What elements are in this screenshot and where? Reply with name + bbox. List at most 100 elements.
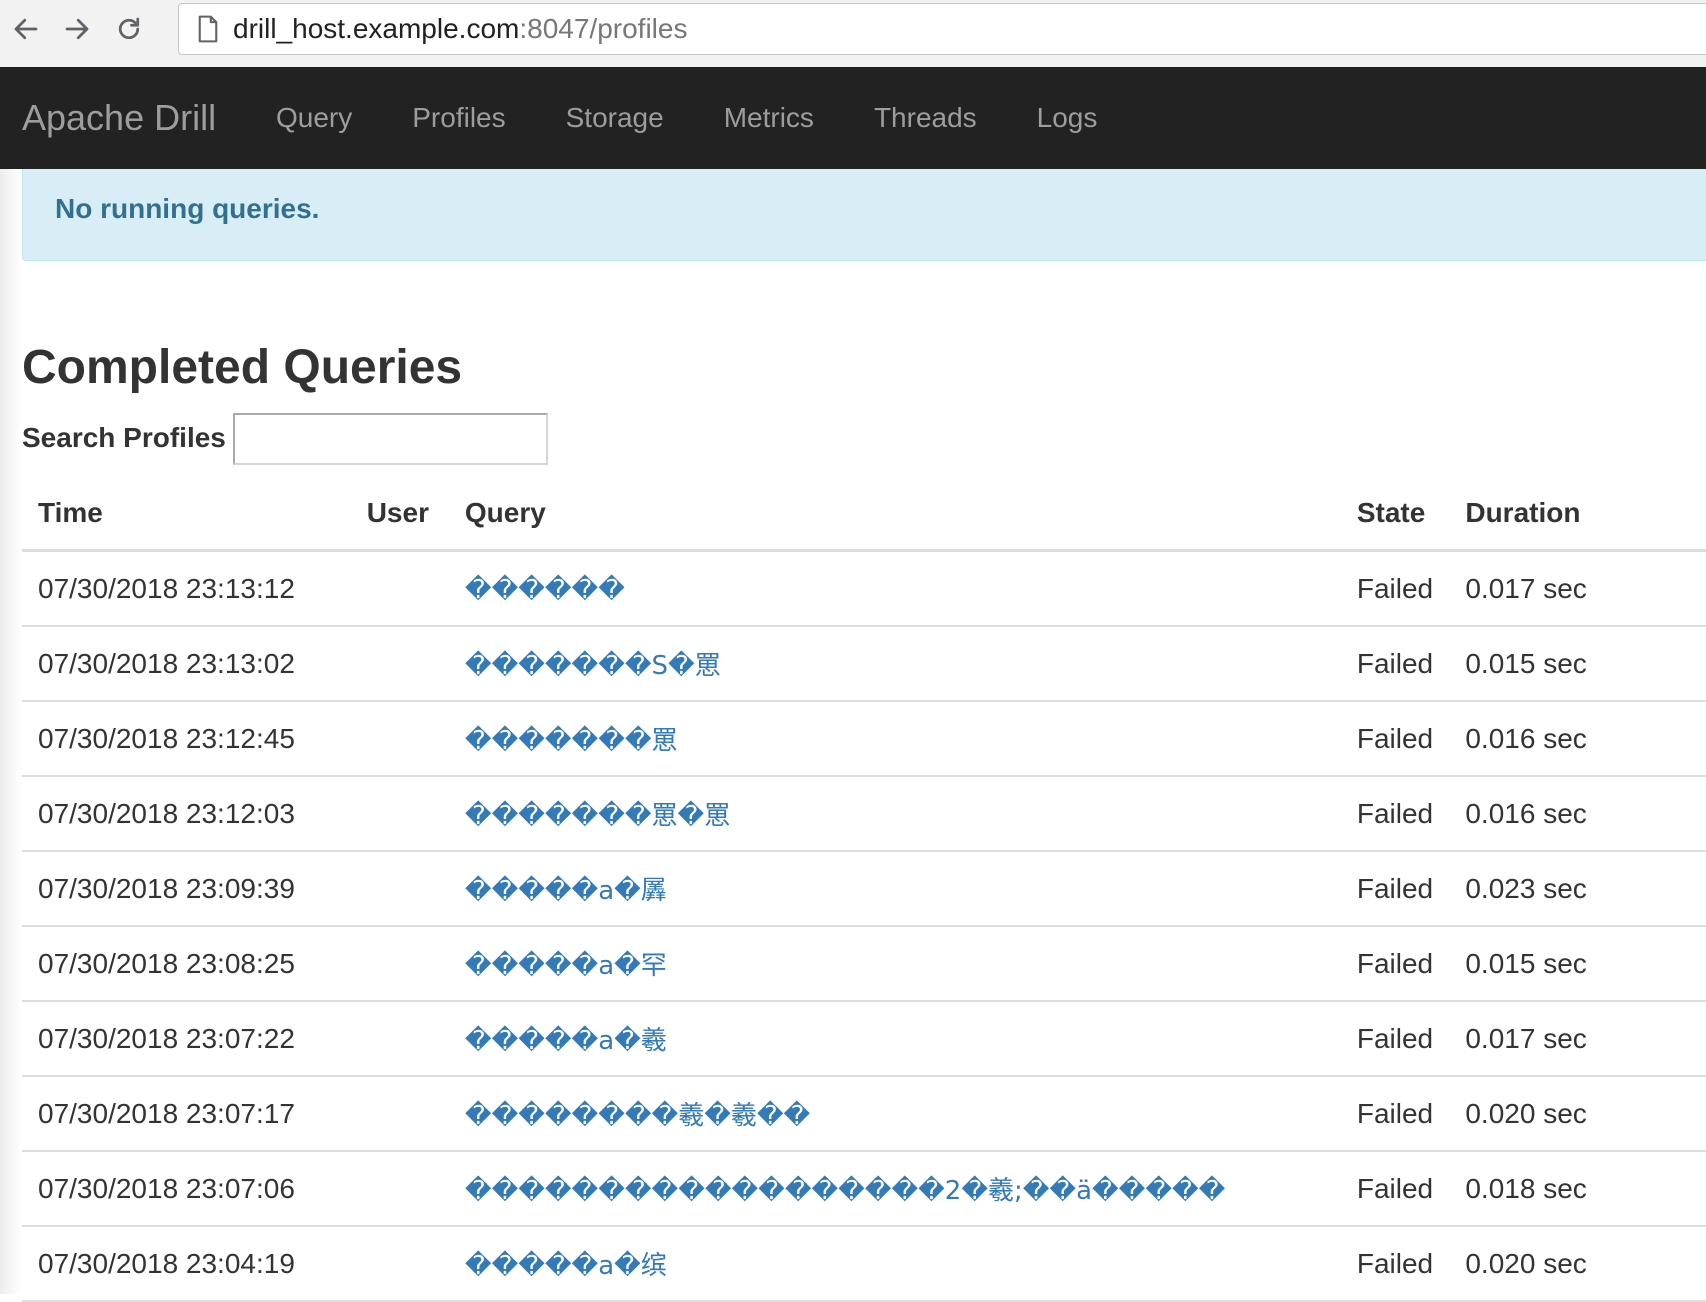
table-row: 07/30/2018 23:08:25 �����a�罕 Failed 0.01… — [22, 926, 1706, 1002]
cell-time: 07/30/2018 23:08:25 — [22, 926, 351, 1002]
forward-arrow-icon — [65, 18, 89, 40]
cell-time: 07/30/2018 23:12:45 — [22, 701, 351, 777]
cell-duration: 0.015 sec — [1449, 926, 1706, 1002]
cell-user — [350, 1076, 449, 1152]
cell-query: ��������羲�羲�� — [448, 1076, 1341, 1152]
nav-link-profiles[interactable]: Profiles — [382, 67, 535, 169]
cell-time: 07/30/2018 23:04:19 — [22, 1226, 351, 1302]
table-row: 07/30/2018 23:07:06 ������������������2�… — [22, 1151, 1706, 1227]
reload-button[interactable] — [109, 8, 149, 50]
cell-duration: 0.017 sec — [1449, 550, 1706, 627]
cell-time: 07/30/2018 23:07:22 — [22, 1001, 351, 1077]
query-link[interactable]: �������罳�罳 — [465, 801, 730, 831]
query-link[interactable]: ������������������2�羲;��ä����� — [465, 1176, 1225, 1206]
cell-duration: 0.020 sec — [1449, 1076, 1706, 1152]
table-row: 07/30/2018 23:09:39 �����a�羼 Failed 0.02… — [22, 851, 1706, 927]
query-link[interactable]: ������ — [465, 575, 625, 605]
cell-state: Failed — [1340, 776, 1450, 852]
header-duration[interactable]: Duration — [1449, 477, 1706, 552]
cell-query: ������ — [448, 550, 1341, 627]
back-button[interactable] — [6, 8, 46, 50]
nav-link-query[interactable]: Query — [246, 67, 382, 169]
nav-link-logs[interactable]: Logs — [1007, 67, 1128, 169]
search-input[interactable] — [233, 413, 548, 465]
cell-time: 07/30/2018 23:07:06 — [22, 1151, 351, 1227]
forward-button[interactable] — [57, 8, 97, 50]
search-label: Search Profiles — [22, 422, 226, 453]
cell-state: Failed — [1340, 1151, 1450, 1227]
alert-text: No running queries. — [55, 193, 320, 224]
table-header-row: Time User Query State Duration — [22, 477, 1706, 552]
cell-user — [350, 550, 449, 627]
cell-time: 07/30/2018 23:12:03 — [22, 776, 351, 852]
cell-user — [350, 851, 449, 927]
cell-query: �����a�缤 — [448, 1226, 1341, 1302]
header-state[interactable]: State — [1340, 477, 1450, 552]
cell-duration: 0.016 sec — [1449, 776, 1706, 852]
cell-time: 07/30/2018 23:07:17 — [22, 1076, 351, 1152]
cell-user — [350, 926, 449, 1002]
cell-user — [350, 701, 449, 777]
reload-icon — [118, 17, 140, 40]
nav-link-threads[interactable]: Threads — [844, 67, 1007, 169]
cell-query: �������罳�罳 — [448, 776, 1341, 852]
cell-duration: 0.018 sec — [1449, 1151, 1706, 1227]
cell-state: Failed — [1340, 851, 1450, 927]
table-row: 07/30/2018 23:12:45 �������罳 Failed 0.01… — [22, 701, 1706, 777]
nav-link-storage[interactable]: Storage — [536, 67, 694, 169]
query-link[interactable]: �����a�罕 — [465, 951, 667, 981]
query-link[interactable]: �������S�罳 — [465, 651, 721, 681]
cell-user — [350, 776, 449, 852]
brand-link[interactable]: Apache Drill — [22, 67, 216, 169]
address-bar[interactable]: drill_host.example.com:8047/profiles — [178, 3, 1706, 55]
cell-time: 07/30/2018 23:09:39 — [22, 851, 351, 927]
cell-user — [350, 1001, 449, 1077]
header-time[interactable]: Time — [22, 477, 351, 552]
table-row: 07/30/2018 23:07:22 �����a�羲 Failed 0.01… — [22, 1001, 1706, 1077]
profiles-table: Time User Query State Duration 07/30/201… — [22, 477, 1706, 1302]
cell-query: �����a�罕 — [448, 926, 1341, 1002]
page-title: Completed Queries — [22, 341, 463, 394]
cell-state: Failed — [1340, 550, 1450, 627]
cell-query: ������������������2�羲;��ä����� — [448, 1151, 1341, 1227]
browser-toolbar: drill_host.example.com:8047/profiles — [0, 0, 1706, 67]
cell-query: �����a�羼 — [448, 851, 1341, 927]
query-link[interactable]: �������罳 — [465, 726, 678, 756]
cell-user — [350, 1226, 449, 1302]
cell-state: Failed — [1340, 926, 1450, 1002]
header-query[interactable]: Query — [448, 477, 1341, 552]
top-navbar: Apache Drill Query Profiles Storage Metr… — [0, 67, 1706, 169]
table-row: 07/30/2018 23:07:17 ��������羲�羲�� Failed… — [22, 1076, 1706, 1152]
cell-query: �����a�羲 — [448, 1001, 1341, 1077]
url-path: :8047/profiles — [519, 13, 688, 44]
cell-duration: 0.023 sec — [1449, 851, 1706, 927]
page-icon — [198, 15, 218, 43]
table-row: 07/30/2018 23:13:02 �������S�罳 Failed 0.… — [22, 626, 1706, 702]
cell-duration: 0.016 sec — [1449, 701, 1706, 777]
nav-link-metrics[interactable]: Metrics — [694, 67, 844, 169]
cell-state: Failed — [1340, 701, 1450, 777]
cell-time: 07/30/2018 23:13:12 — [22, 550, 351, 627]
query-link[interactable]: �����a�羼 — [465, 876, 667, 906]
url-text: drill_host.example.com:8047/profiles — [233, 13, 687, 45]
query-link[interactable]: ��������羲�羲�� — [465, 1101, 810, 1131]
cell-query: �������S�罳 — [448, 626, 1341, 702]
query-link[interactable]: �����a�羲 — [465, 1026, 667, 1056]
cell-state: Failed — [1340, 626, 1450, 702]
page-shadow — [0, 169, 22, 1294]
table-row: 07/30/2018 23:12:03 �������罳�罳 Failed 0.… — [22, 776, 1706, 852]
cell-duration: 0.020 sec — [1449, 1226, 1706, 1302]
query-link[interactable]: �����a�缤 — [465, 1251, 667, 1281]
table-row: 07/30/2018 23:13:12 ������ Failed 0.017 … — [22, 550, 1706, 627]
cell-time: 07/30/2018 23:13:02 — [22, 626, 351, 702]
info-alert: No running queries. — [22, 169, 1706, 261]
cell-user — [350, 626, 449, 702]
nav-links: Query Profiles Storage Metrics Threads L… — [246, 67, 1127, 169]
cell-user — [350, 1151, 449, 1227]
url-host: drill_host.example.com — [233, 13, 520, 44]
cell-state: Failed — [1340, 1226, 1450, 1302]
cell-duration: 0.017 sec — [1449, 1001, 1706, 1077]
table-row: 07/30/2018 23:04:19 �����a�缤 Failed 0.02… — [22, 1226, 1706, 1302]
cell-state: Failed — [1340, 1076, 1450, 1152]
header-user[interactable]: User — [350, 477, 449, 552]
